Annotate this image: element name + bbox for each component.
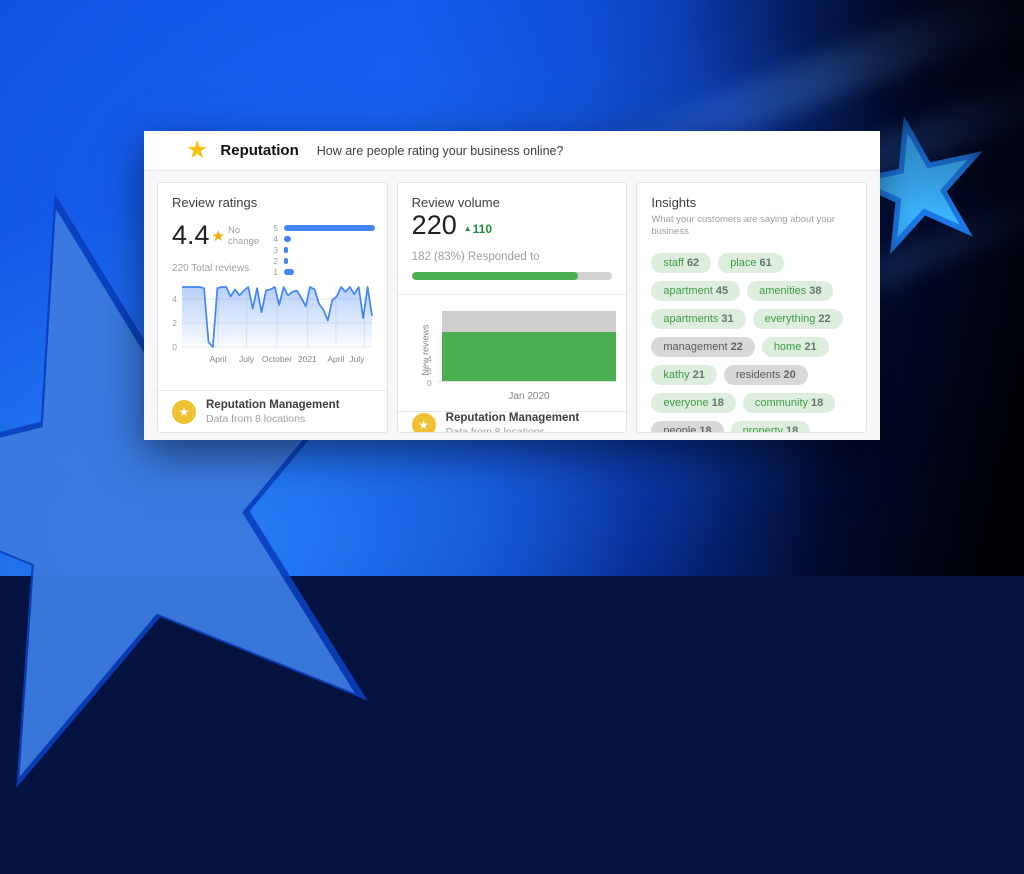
footer-title: Reputation Management: [206, 399, 340, 411]
keyword-pill[interactable]: amenities38: [747, 281, 833, 301]
rating-bar-row: 5: [268, 222, 375, 233]
x-axis-line: [438, 381, 617, 382]
rating-bar-row: 3: [268, 244, 375, 255]
keyword-pill[interactable]: people18: [651, 421, 723, 433]
x-axis-category: Jan 2020: [442, 391, 617, 402]
rating-bar: [284, 269, 294, 275]
card-footer: ★ Reputation Management Data from 8 loca…: [158, 390, 387, 432]
svg-text:July: July: [349, 354, 365, 364]
total-reviews-label: 220 Total reviews: [172, 263, 268, 274]
rating-bar-label: 5: [268, 223, 278, 233]
y-axis-ticks: 4 2 0: [418, 299, 432, 411]
rating-trend-chart: 4 2 0 April July October 2021 April July: [158, 277, 387, 374]
keyword-pill[interactable]: management22: [651, 337, 754, 357]
footer-subtitle: Data from 8 locations: [446, 426, 580, 433]
average-rating-value: 4.4: [172, 220, 210, 251]
svg-text:October: October: [262, 354, 292, 364]
card-footer: ★ Reputation Management Data from 8 loca…: [398, 411, 627, 433]
rating-bar-row: 1: [268, 266, 375, 277]
keyword-pill[interactable]: community18: [743, 393, 835, 413]
card-title: Review volume: [398, 183, 627, 210]
card-title: Review ratings: [158, 183, 387, 210]
new-reviews-chart: New reviews 420 Jan 2020: [398, 299, 627, 411]
review-ratings-card: Review ratings 4.4 ★ No change 220 Total…: [157, 182, 388, 433]
rating-bar-label: 1: [268, 267, 278, 277]
y-axis-tick: 0: [427, 378, 432, 388]
svg-text:2021: 2021: [298, 354, 317, 364]
star-icon: ★: [186, 138, 208, 163]
rating-bar: [284, 225, 375, 231]
rating-change-label: No change: [228, 225, 268, 247]
review-volume-delta: ▲110: [464, 222, 492, 236]
rating-distribution-chart: 54321: [268, 220, 375, 277]
responded-progress-bar: [412, 272, 613, 280]
rating-bar: [284, 258, 288, 264]
rating-bar-label: 4: [268, 234, 278, 244]
reputation-badge-star-icon: ★: [412, 413, 436, 433]
keyword-pill[interactable]: residents20: [724, 365, 808, 385]
svg-text:0: 0: [172, 342, 177, 352]
review-volume-card: Review volume 220 ▲110 182 (83%) Respond…: [397, 182, 628, 433]
rating-bar-label: 3: [268, 245, 278, 255]
rating-bar: [284, 236, 291, 242]
keyword-pill[interactable]: everything22: [753, 309, 843, 329]
divider: [398, 294, 627, 295]
responded-segment: [442, 332, 617, 381]
keyword-tags: staff62 place61 apartment45 amenities38apar…: [637, 239, 866, 433]
footer-subtitle: Data from 8 locations: [206, 413, 340, 425]
stacked-bar: [442, 311, 617, 381]
y-axis-tick: 4: [427, 354, 432, 364]
keyword-pill[interactable]: home21: [762, 337, 829, 357]
page-subtitle: How are people rating your business onli…: [317, 144, 564, 158]
rating-trend-svg: 4 2 0 April July October 2021 April July: [168, 283, 374, 369]
insights-card: Insights What your customers are saying …: [636, 182, 867, 433]
card-title: Insights: [637, 183, 866, 210]
svg-text:April: April: [327, 354, 344, 364]
up-arrow-icon: ▲: [464, 224, 472, 233]
footer-title: Reputation Management: [446, 412, 580, 424]
reputation-panel: ★ Reputation How are people rating your …: [144, 131, 880, 440]
svg-text:4: 4: [172, 294, 177, 304]
responded-progress-fill: [412, 272, 579, 280]
keyword-pill[interactable]: apartment45: [651, 281, 740, 301]
review-volume-value: 220: [412, 212, 457, 239]
keyword-pill[interactable]: kathy21: [651, 365, 717, 385]
rating-bar: [284, 247, 288, 253]
insights-subtitle: What your customers are saying about you…: [637, 210, 866, 239]
reputation-badge-star-icon: ★: [172, 400, 196, 424]
svg-text:July: July: [239, 354, 255, 364]
keyword-pill[interactable]: property18: [731, 421, 811, 433]
y-axis-tick: 2: [427, 366, 432, 376]
responded-label: 182 (83%) Responded to: [398, 239, 627, 263]
keyword-pill[interactable]: staff62: [651, 253, 711, 273]
keyword-pill[interactable]: apartments31: [651, 309, 745, 329]
rating-star-icon: ★: [212, 227, 225, 245]
panel-header: ★ Reputation How are people rating your …: [144, 131, 880, 171]
rating-bar-label: 2: [268, 256, 278, 266]
page-title: Reputation: [220, 142, 298, 159]
svg-text:April: April: [210, 354, 227, 364]
not-responded-segment: [442, 311, 617, 332]
rating-bar-row: 4: [268, 233, 375, 244]
svg-text:2: 2: [172, 318, 177, 328]
keyword-pill[interactable]: everyone18: [651, 393, 736, 413]
keyword-pill[interactable]: place61: [718, 253, 784, 273]
rating-bar-row: 2: [268, 255, 375, 266]
